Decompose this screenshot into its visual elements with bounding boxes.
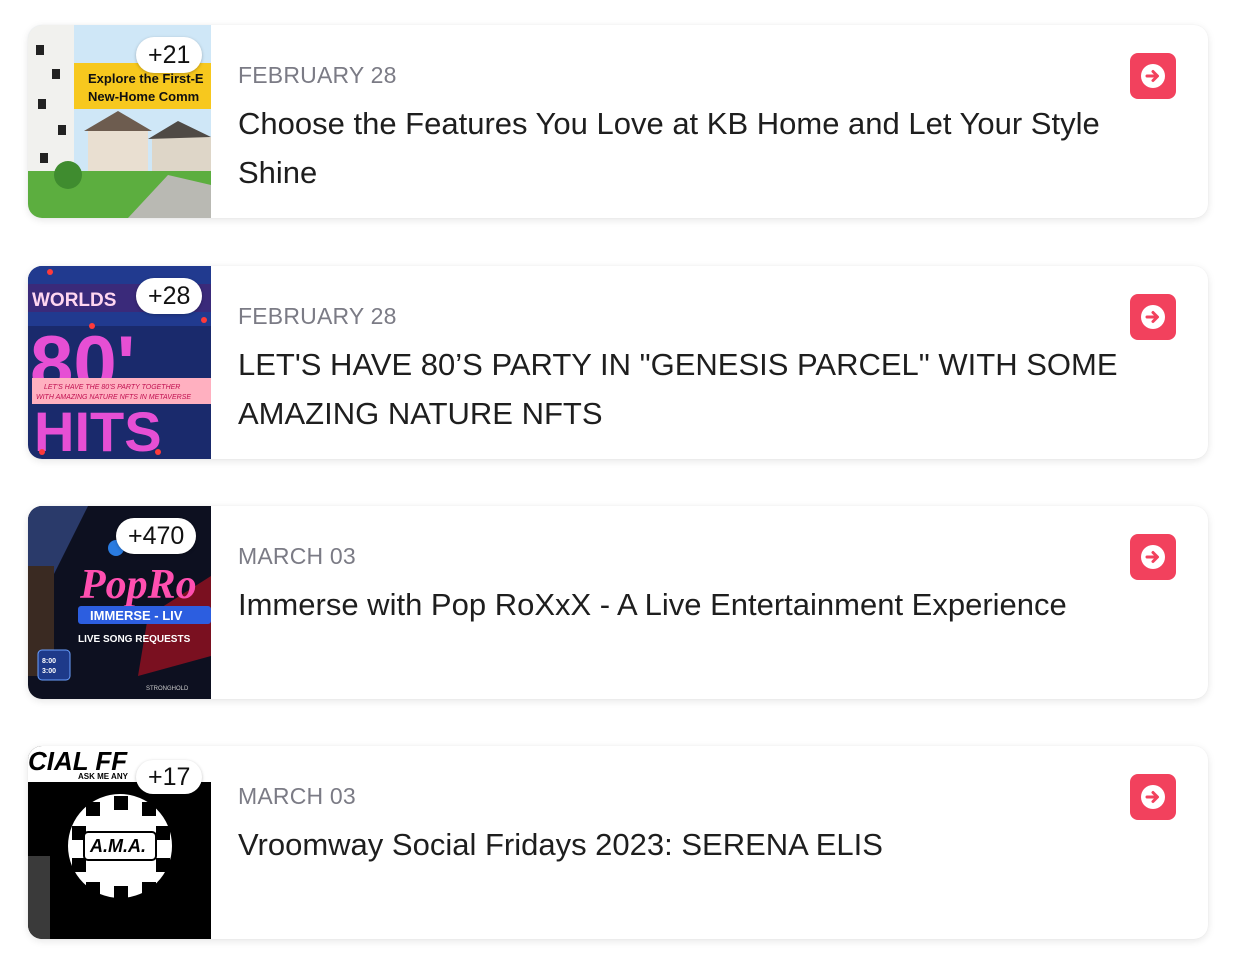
event-thumbnail: PopRo IMMERSE - LIV LIVE SONG REQUESTS 8… [28,506,211,699]
open-event-button[interactable] [1130,53,1176,99]
attendee-count-badge: +28 [136,278,203,314]
event-title[interactable]: LET'S HAVE 80’S PARTY IN "GENESIS PARCEL… [238,340,1118,438]
open-event-button[interactable] [1130,534,1176,580]
svg-text:Explore the First-E: Explore the First-E [88,71,204,86]
svg-text:PopRo: PopRo [79,562,197,608]
svg-text:8:00: 8:00 [42,658,56,665]
open-event-button[interactable] [1130,294,1176,340]
svg-text:LET'S HAVE THE 80'S PARTY TOGE: LET'S HAVE THE 80'S PARTY TOGETHER [44,384,180,391]
event-date: FEBRUARY 28 [238,303,397,329]
event-content: MARCH 03 Immerse with Pop RoXxX - A Live… [238,540,1118,629]
svg-text:A.M.A.: A.M.A. [89,836,146,856]
svg-text:New-Home Comm: New-Home Comm [88,89,199,104]
open-event-button[interactable] [1130,774,1176,820]
event-thumbnail: CIAL FF ASK ME ANY A.M.A. +17 [28,746,211,939]
event-thumbnail: Explore the First-E New-Home Comm +21 [28,25,211,218]
attendee-count-badge: +470 [116,518,197,554]
arrow-right-circle-icon [1141,545,1165,569]
arrow-right-circle-icon [1141,64,1165,88]
event-date: FEBRUARY 28 [238,62,397,88]
event-title[interactable]: Vroomway Social Fridays 2023: SERENA ELI… [238,820,1118,869]
svg-text:ASK ME ANY: ASK ME ANY [78,772,129,781]
event-content: FEBRUARY 28 Choose the Features You Love… [238,59,1118,197]
event-card[interactable]: Explore the First-E New-Home Comm +21 FE… [28,25,1208,218]
arrow-right-circle-icon [1141,305,1165,329]
event-card[interactable]: CIAL FF ASK ME ANY A.M.A. +17 MARCH 03 V… [28,746,1208,939]
event-title[interactable]: Immerse with Pop RoXxX - A Live Entertai… [238,580,1118,629]
event-title[interactable]: Choose the Features You Love at KB Home … [238,99,1118,197]
event-date: MARCH 03 [238,543,356,569]
svg-text:3:00: 3:00 [42,668,56,675]
event-date: MARCH 03 [238,783,356,809]
svg-text:HITS: HITS [34,400,162,459]
event-card[interactable]: PopRo IMMERSE - LIV LIVE SONG REQUESTS 8… [28,506,1208,699]
svg-text:STRONGHOLD: STRONGHOLD [146,686,189,692]
attendee-count-badge: +21 [136,37,203,73]
event-content: MARCH 03 Vroomway Social Fridays 2023: S… [238,780,1118,869]
svg-text:LIVE SONG REQUESTS: LIVE SONG REQUESTS [78,634,191,645]
event-content: FEBRUARY 28 LET'S HAVE 80’S PARTY IN "GE… [238,300,1118,438]
attendee-count-badge: +17 [136,760,203,794]
event-list: Explore the First-E New-Home Comm +21 FE… [0,0,1252,968]
arrow-right-circle-icon [1141,785,1165,809]
svg-text:IMMERSE - LIV: IMMERSE - LIV [90,608,183,623]
event-thumbnail: WORLDS 80' LET'S HAVE THE 80'S PARTY TOG… [28,266,211,459]
svg-text:WORLDS: WORLDS [32,290,116,311]
event-card[interactable]: WORLDS 80' LET'S HAVE THE 80'S PARTY TOG… [28,266,1208,459]
